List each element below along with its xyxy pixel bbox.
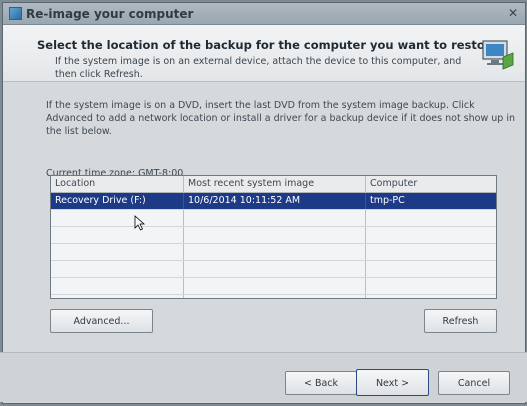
table-row[interactable]: Recovery Drive (F:) 10/6/2014 10:11:52 A… [51, 193, 496, 210]
column-header-image[interactable]: Most recent system image [184, 176, 366, 192]
table-row-empty [51, 244, 496, 261]
table-row-empty [51, 227, 496, 244]
header-title: Select the location of the backup for th… [37, 38, 499, 52]
dialog-header: Select the location of the backup for th… [3, 25, 525, 82]
column-header-computer[interactable]: Computer [366, 176, 496, 192]
backup-icon [9, 7, 22, 20]
next-button[interactable]: Next > [356, 369, 429, 396]
cell-image: 10/6/2014 10:11:52 AM [184, 193, 366, 209]
table-row-empty [51, 295, 496, 298]
window-title: Re-image your computer [26, 7, 194, 21]
header-subtitle: If the system image is on an external de… [55, 56, 462, 80]
computer-restore-icon [482, 40, 514, 70]
instructions-text: If the system image is on a DVD, insert … [46, 100, 515, 137]
table-header: Location Most recent system image Comput… [51, 176, 496, 193]
back-button[interactable]: < Back [285, 371, 357, 395]
column-header-location[interactable]: Location [51, 176, 184, 192]
table-row-empty [51, 210, 496, 227]
cell-location: Recovery Drive (F:) [51, 193, 184, 209]
cancel-button[interactable]: Cancel [438, 371, 510, 395]
title-bar: Re-image your computer ✕ [3, 3, 525, 25]
table-row-empty [51, 278, 496, 295]
table-row-empty [51, 261, 496, 278]
backup-location-list[interactable]: Location Most recent system image Comput… [50, 175, 497, 299]
cell-computer: tmp-PC [370, 195, 405, 206]
advanced-button[interactable]: Advanced... [50, 309, 153, 333]
refresh-button[interactable]: Refresh [424, 309, 497, 333]
mouse-pointer-icon [134, 215, 146, 231]
close-button[interactable]: ✕ [505, 6, 521, 21]
